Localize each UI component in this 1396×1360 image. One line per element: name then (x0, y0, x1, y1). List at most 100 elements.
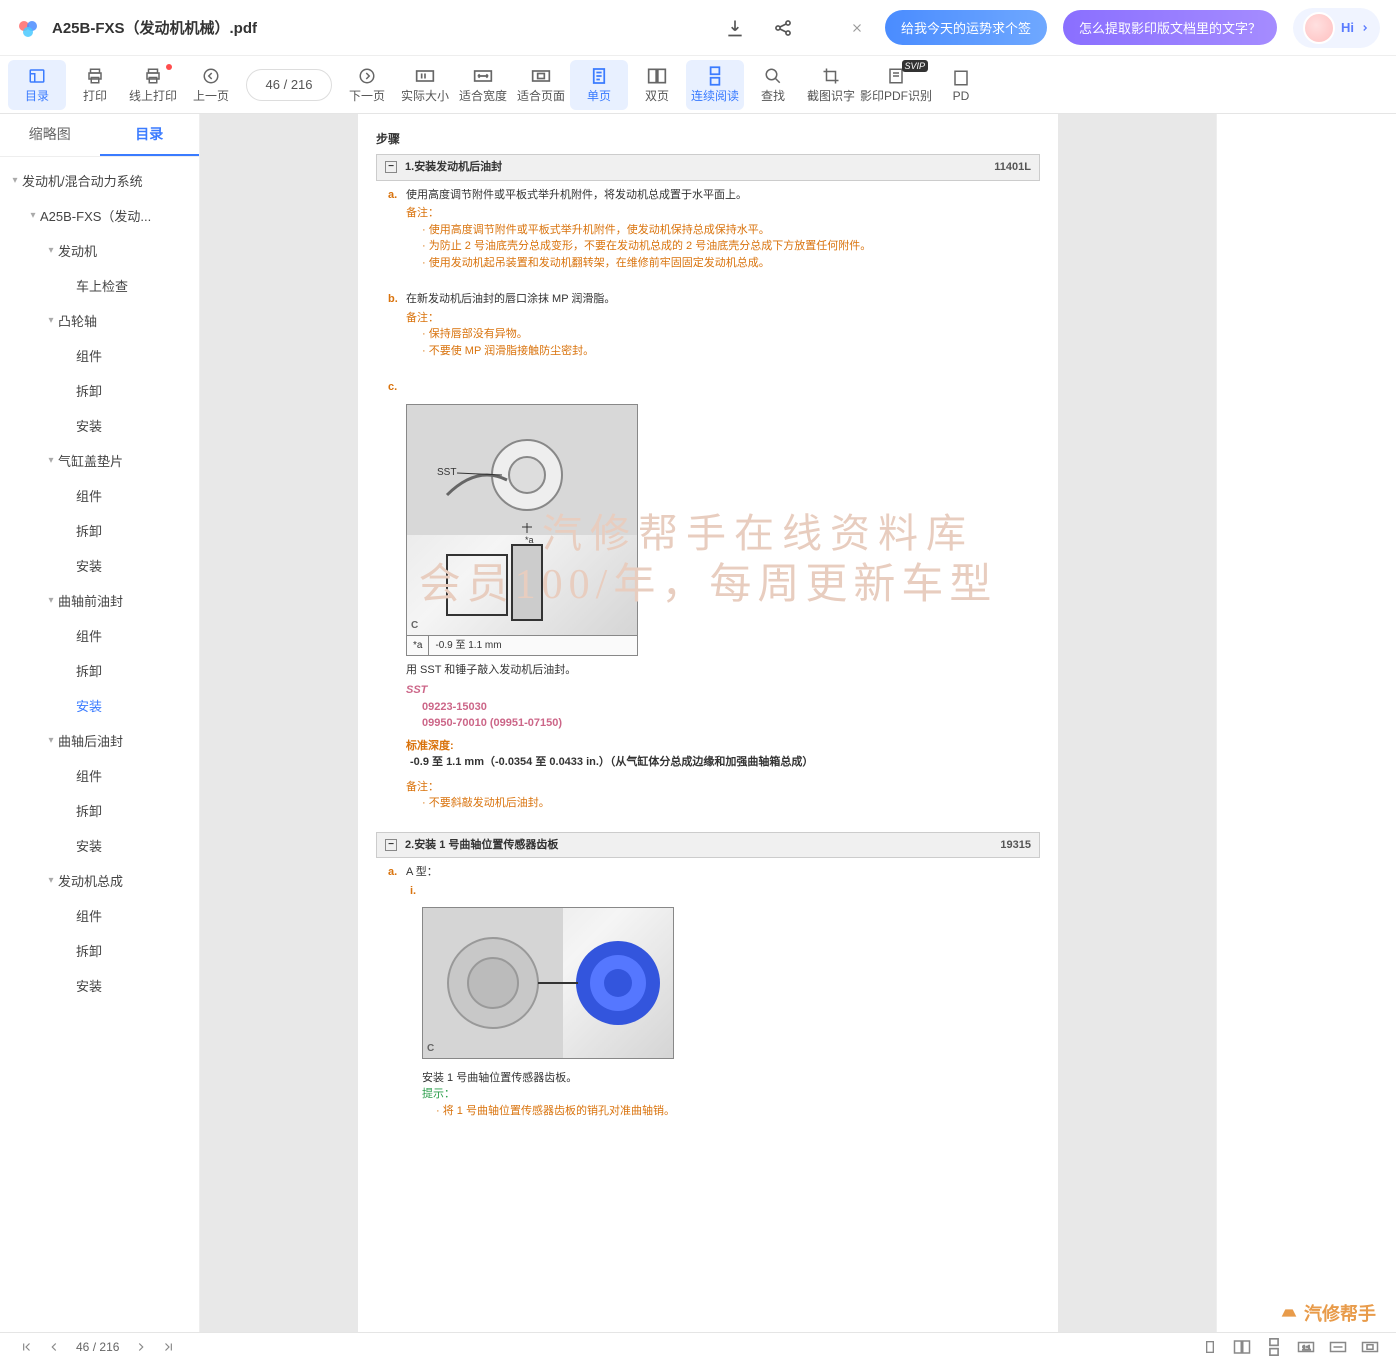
toc-node[interactable]: 安装 (0, 828, 199, 863)
toc-node-label: 组件 (76, 486, 102, 505)
toc-node-label: 安装 (76, 556, 102, 575)
chevron-down-icon: ▾ (44, 245, 58, 256)
prev-page-footer-button[interactable] (40, 1335, 68, 1359)
toc-node[interactable]: ▾曲轴前油封 (0, 583, 199, 618)
toc-label: 目录 (25, 87, 49, 104)
view-double-icon[interactable] (1228, 1335, 1256, 1359)
toc-node[interactable]: 安装 (0, 548, 199, 583)
search-icon (764, 65, 782, 87)
toc-icon (28, 65, 46, 87)
figure-2: C (422, 907, 674, 1059)
prev-page-button[interactable]: 上一页 (182, 60, 240, 110)
suggestion-pill-1[interactable]: 给我今天的运势求个签 (885, 10, 1047, 45)
toc-node-label: 曲轴前油封 (58, 591, 123, 610)
figure-1: SST *a C *a-0.9 至 1.1 mm (406, 404, 638, 656)
toc-node[interactable]: ▾曲轴后油封 (0, 723, 199, 758)
svg-text:SST: SST (437, 467, 456, 478)
toc-node[interactable]: 组件 (0, 338, 199, 373)
step-2-bar[interactable]: − 2. 安装 1 号曲轴位置传感器齿板 19315 (376, 832, 1040, 859)
chevron-down-icon: ▾ (8, 175, 22, 186)
double-page-label: 双页 (645, 87, 669, 104)
next-page-label: 下一页 (349, 87, 385, 104)
toc-button[interactable]: 目录 (8, 60, 66, 110)
toc-node-label: 安装 (76, 696, 102, 715)
view-actual-icon[interactable]: 1:1 (1292, 1335, 1320, 1359)
chevron-down-icon: ▾ (44, 455, 58, 466)
app-logo (16, 16, 40, 40)
toc-node-label: 组件 (76, 906, 102, 925)
avatar-icon (1303, 12, 1335, 44)
fit-page-button[interactable]: 适合页面 (512, 60, 570, 110)
toc-node[interactable]: ▾发动机 (0, 233, 199, 268)
toc-node-label: 拆卸 (76, 521, 102, 540)
toc-node[interactable]: 拆卸 (0, 933, 199, 968)
toc-node[interactable]: 组件 (0, 478, 199, 513)
view-fitwidth-icon[interactable] (1324, 1335, 1352, 1359)
print-button[interactable]: 打印 (66, 60, 124, 110)
view-single-icon[interactable] (1196, 1335, 1224, 1359)
screenshot-ocr-label: 截图识字 (807, 87, 855, 104)
download-icon[interactable] (719, 12, 751, 44)
crop-icon (822, 65, 840, 87)
thumbnail-tab[interactable]: 缩略图 (0, 114, 100, 156)
toc-node[interactable]: 组件 (0, 758, 199, 793)
actual-size-icon (415, 65, 435, 87)
share-icon[interactable] (767, 12, 799, 44)
toc-node-label: 组件 (76, 766, 102, 785)
suggestion-pill-2[interactable]: 怎么提取影印版文档里的文字？ (1063, 10, 1277, 45)
pdf-more-label: PD (953, 89, 970, 103)
assistant-avatar[interactable]: Hi (1293, 8, 1380, 48)
right-panel (1216, 114, 1396, 1332)
continuous-button[interactable]: 连续阅读 (686, 60, 744, 110)
toc-node[interactable]: ▾A25B-FXS（发动... (0, 198, 199, 233)
find-label: 查找 (761, 87, 785, 104)
fit-width-icon (473, 65, 493, 87)
online-print-button[interactable]: 线上打印 (124, 60, 182, 110)
toc-node[interactable]: ▾发动机总成 (0, 863, 199, 898)
actual-size-label: 实际大小 (401, 87, 449, 104)
pdf-ocr-label: 影印PDF识别 (860, 87, 932, 104)
find-button[interactable]: 查找 (744, 60, 802, 110)
single-page-button[interactable]: 单页 (570, 60, 628, 110)
toc-node[interactable]: ▾凸轮轴 (0, 303, 199, 338)
last-page-button[interactable] (155, 1335, 183, 1359)
toc-node[interactable]: 拆卸 (0, 373, 199, 408)
toc-tab[interactable]: 目录 (100, 114, 200, 156)
view-fitpage-icon[interactable] (1356, 1335, 1384, 1359)
pdf-more-button[interactable]: PD (932, 60, 990, 110)
toc-node[interactable]: ▾气缸盖垫片 (0, 443, 199, 478)
chevron-down-icon: ▾ (44, 875, 58, 886)
toc-node-label: A25B-FXS（发动... (40, 206, 151, 225)
next-page-button[interactable]: 下一页 (338, 60, 396, 110)
toc-node[interactable]: 车上检查 (0, 268, 199, 303)
toc-node[interactable]: 安装 (0, 968, 199, 1003)
collapse-icon[interactable]: − (385, 839, 397, 851)
document-viewer[interactable]: 步骤 − 1. 安装发动机后油封 11401L a.使用高度调节附件或平板式举升… (200, 114, 1216, 1332)
close-suggestion-icon[interactable] (845, 16, 869, 40)
toc-node-label: 安装 (76, 416, 102, 435)
fit-width-button[interactable]: 适合宽度 (454, 60, 512, 110)
toc-node[interactable]: 组件 (0, 898, 199, 933)
double-page-button[interactable]: 双页 (628, 60, 686, 110)
toc-node[interactable]: 安装 (0, 408, 199, 443)
toc-node[interactable]: 拆卸 (0, 653, 199, 688)
footer-page-indicator: 46 / 216 (76, 1340, 119, 1354)
next-page-footer-button[interactable] (127, 1335, 155, 1359)
toc-node[interactable]: 拆卸 (0, 513, 199, 548)
toc-node[interactable]: ▾发动机/混合动力系统 (0, 163, 199, 198)
view-continuous-icon[interactable] (1260, 1335, 1288, 1359)
pdf-icon (952, 67, 970, 89)
step-1-bar[interactable]: − 1. 安装发动机后油封 11401L (376, 154, 1040, 181)
pdf-ocr-button[interactable]: SVIP 影印PDF识别 (860, 60, 932, 110)
actual-size-button[interactable]: 实际大小 (396, 60, 454, 110)
page-input[interactable]: 46 / 216 (246, 69, 332, 101)
chevron-down-icon: ▾ (26, 210, 40, 221)
toc-node[interactable]: 组件 (0, 618, 199, 653)
toc-node[interactable]: 安装 (0, 688, 199, 723)
fit-width-label: 适合宽度 (459, 87, 507, 104)
collapse-icon[interactable]: − (385, 161, 397, 173)
chevron-down-icon: ▾ (44, 595, 58, 606)
first-page-button[interactable] (12, 1335, 40, 1359)
toc-node[interactable]: 拆卸 (0, 793, 199, 828)
screenshot-ocr-button[interactable]: 截图识字 (802, 60, 860, 110)
